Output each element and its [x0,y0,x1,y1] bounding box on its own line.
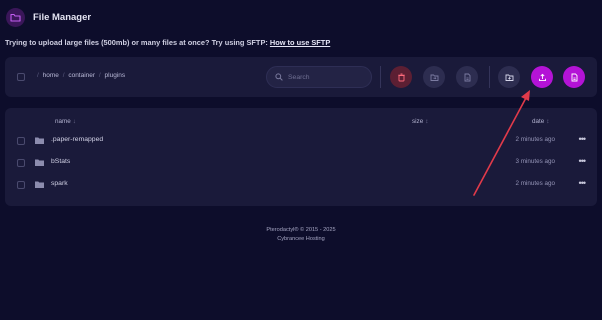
folder-icon [35,159,44,166]
breadcrumb-container[interactable]: container [68,72,95,79]
breadcrumb-separator: / [98,72,101,79]
header: File Manager [6,6,91,28]
folder-logo-icon [6,7,25,27]
upload-icon [538,73,546,81]
breadcrumb-separator: / [62,72,65,79]
delete-button[interactable] [390,66,412,88]
search-icon [275,68,283,86]
file-name[interactable]: .paper-remapped [51,136,103,143]
date-column-label: date [532,118,545,125]
breadcrumb-plugins[interactable]: plugins [105,72,126,79]
file-list: name ↓ size ↕ date ↕ .paper-remapped 2 minu… [5,108,597,206]
footer-host: Cybrancee Hosting [277,236,325,242]
file-date: 3 minutes ago [515,158,555,165]
more-options-icon[interactable]: ••• [579,156,587,166]
table-row[interactable]: .paper-remapped 2 minutes ago ••• [5,130,597,152]
file-date: 2 minutes ago [515,180,555,187]
archive-file-icon [464,73,470,81]
sftp-notice-text: Trying to upload large files (500mb) or … [5,38,270,47]
toolbar-divider [489,66,490,88]
folder-icon [35,181,44,188]
file-toolbar: / home / container / plugins [5,57,597,97]
move-folder-icon [430,74,438,81]
archive-button[interactable] [456,66,478,88]
sftp-notice: Trying to upload large files (500mb) or … [5,38,330,47]
size-column-label: size [412,118,424,125]
breadcrumb-separator: / [37,72,39,79]
file-manager-page: File Manager Trying to upload large file… [0,0,602,320]
new-folder-button[interactable] [498,66,520,88]
size-column-header[interactable]: size ↕ [412,118,428,125]
more-options-icon[interactable]: ••• [579,178,587,188]
sort-arrow-icon: ↓ [72,118,76,125]
search-box[interactable] [266,66,372,88]
folder-icon [35,137,44,144]
trash-icon [397,73,405,81]
sftp-help-link[interactable]: How to use SFTP [270,38,330,47]
row-checkbox[interactable] [17,181,25,189]
table-row[interactable]: bStats 3 minutes ago ••• [5,152,597,174]
move-button[interactable] [423,66,445,88]
table-row[interactable]: spark 2 minutes ago ••• [5,174,597,196]
toolbar-divider [380,66,381,88]
date-column-header[interactable]: date ↕ [532,118,549,125]
search-input[interactable] [288,73,363,81]
sort-arrow-icon: ↕ [546,118,550,125]
page-title: File Manager [33,11,92,23]
file-date: 2 minutes ago [515,136,555,143]
new-file-icon [571,73,577,81]
breadcrumb: / home / container / plugins [35,72,125,79]
footer-copyright: Pterodactyl® © 2015 - 2025 [266,227,336,233]
breadcrumb-home[interactable]: home [43,72,59,79]
new-file-button[interactable] [563,66,585,88]
file-name[interactable]: bStats [51,158,70,165]
upload-button[interactable] [531,66,553,88]
more-options-icon[interactable]: ••• [579,134,587,144]
new-folder-icon [505,74,513,81]
row-checkbox[interactable] [17,159,25,167]
row-checkbox[interactable] [17,137,25,145]
sort-arrow-icon: ↕ [425,118,429,125]
file-name[interactable]: spark [51,180,68,187]
select-all-checkbox[interactable] [17,73,25,81]
name-column-header[interactable]: name ↓ [55,118,76,125]
name-column-label: name [55,118,71,125]
